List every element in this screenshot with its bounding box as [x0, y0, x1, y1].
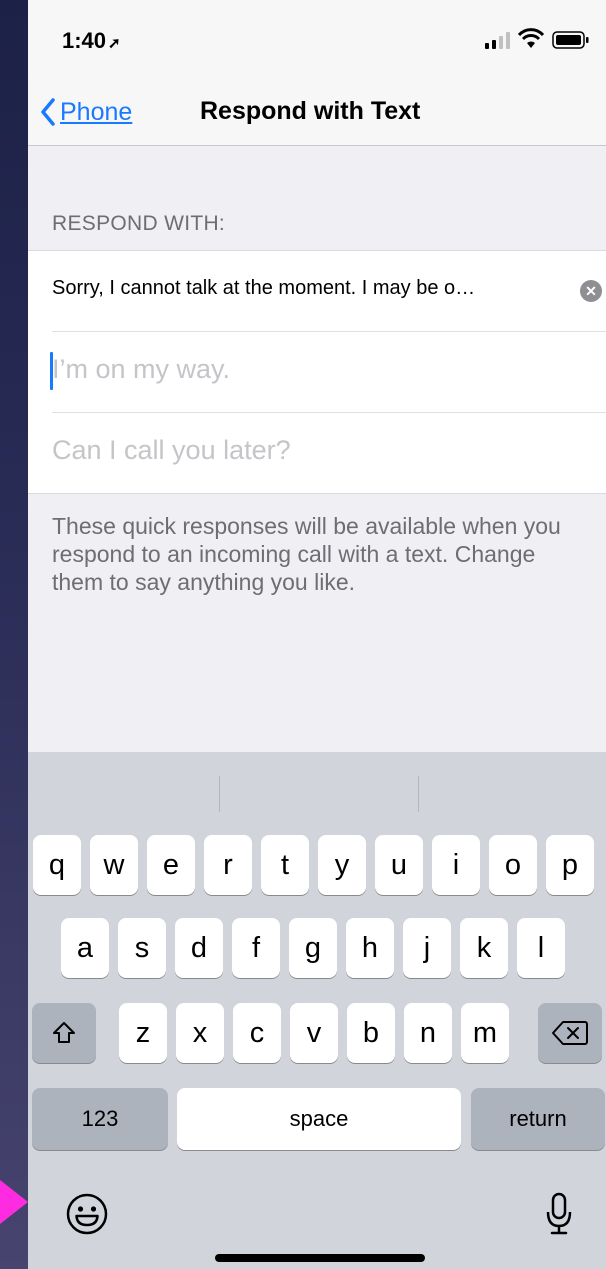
key-h[interactable]: h [346, 918, 394, 978]
back-button[interactable]: Phone [40, 92, 132, 132]
key-b[interactable]: b [347, 1003, 395, 1063]
key-s[interactable]: s [118, 918, 166, 978]
emoji-icon[interactable] [64, 1191, 110, 1237]
key-r[interactable]: r [204, 835, 252, 895]
key-j[interactable]: j [403, 918, 451, 978]
key-v[interactable]: v [290, 1003, 338, 1063]
response-placeholder[interactable]: Can I call you later? [52, 435, 291, 466]
key-o[interactable]: o [489, 835, 537, 895]
response-field-3[interactable]: Can I call you later? [52, 413, 606, 493]
key-e[interactable]: e [147, 835, 195, 895]
key-m[interactable]: m [461, 1003, 509, 1063]
key-l[interactable]: l [517, 918, 565, 978]
key-d[interactable]: d [175, 918, 223, 978]
key-z[interactable]: z [119, 1003, 167, 1063]
back-label: Phone [60, 97, 133, 126]
key-i[interactable]: i [432, 835, 480, 895]
page-title: Respond with Text [200, 97, 421, 125]
key-c[interactable]: c [233, 1003, 281, 1063]
numbers-key[interactable]: 123 [32, 1088, 168, 1150]
response-placeholder[interactable]: I’m on my way. [52, 354, 230, 385]
keyboard: qwertyuiop asdfghjkl zxcvbnm 123 space r… [28, 752, 606, 1269]
key-y[interactable]: y [318, 835, 366, 895]
status-time: 1:40 ➚ [62, 28, 121, 53]
space-key[interactable]: space [177, 1088, 461, 1150]
key-u[interactable]: u [375, 835, 423, 895]
responses-list: Sorry, I cannot talk at the moment. I ma… [28, 250, 606, 494]
home-indicator[interactable] [215, 1254, 425, 1262]
navigation-bar: Phone Respond with Text [28, 80, 606, 146]
response-field-2[interactable]: I’m on my way. [50, 332, 606, 413]
wifi-icon [518, 28, 544, 48]
delete-key[interactable] [538, 1003, 602, 1063]
suggestion-divider [418, 776, 419, 812]
cellular-signal-icon [485, 32, 510, 49]
backspace-icon [552, 1021, 588, 1045]
shift-arrow-icon [53, 1022, 75, 1043]
battery-icon [552, 31, 589, 49]
response-text[interactable]: Sorry, I cannot talk at the moment. I ma… [52, 277, 475, 300]
pointer-marker [0, 1180, 28, 1224]
key-w[interactable]: w [90, 835, 138, 895]
key-n[interactable]: n [404, 1003, 452, 1063]
clear-icon[interactable]: ✕ [580, 280, 602, 302]
shift-key[interactable] [32, 1003, 96, 1063]
status-bar: 1:40 ➚ [28, 0, 606, 80]
section-footer: These quick responses will be available … [52, 513, 561, 595]
key-x[interactable]: x [176, 1003, 224, 1063]
response-field-1[interactable]: Sorry, I cannot talk at the moment. I ma… [52, 251, 606, 332]
microphone-icon[interactable] [544, 1191, 574, 1237]
key-t[interactable]: t [261, 835, 309, 895]
key-g[interactable]: g [289, 918, 337, 978]
section-header: RESPOND WITH: [52, 212, 226, 235]
key-p[interactable]: p [546, 835, 594, 895]
phone-screen: 1:40➚ Phone Respond with Text RESPOND W [28, 0, 606, 1269]
key-q[interactable]: q [33, 835, 81, 895]
suggestion-divider [219, 776, 220, 812]
key-k[interactable]: k [460, 918, 508, 978]
return-key[interactable]: return [471, 1088, 605, 1150]
location-arrow-icon: ➚ [108, 35, 121, 52]
chevron-left-icon [41, 98, 55, 126]
key-a[interactable]: a [61, 918, 109, 978]
key-f[interactable]: f [232, 918, 280, 978]
